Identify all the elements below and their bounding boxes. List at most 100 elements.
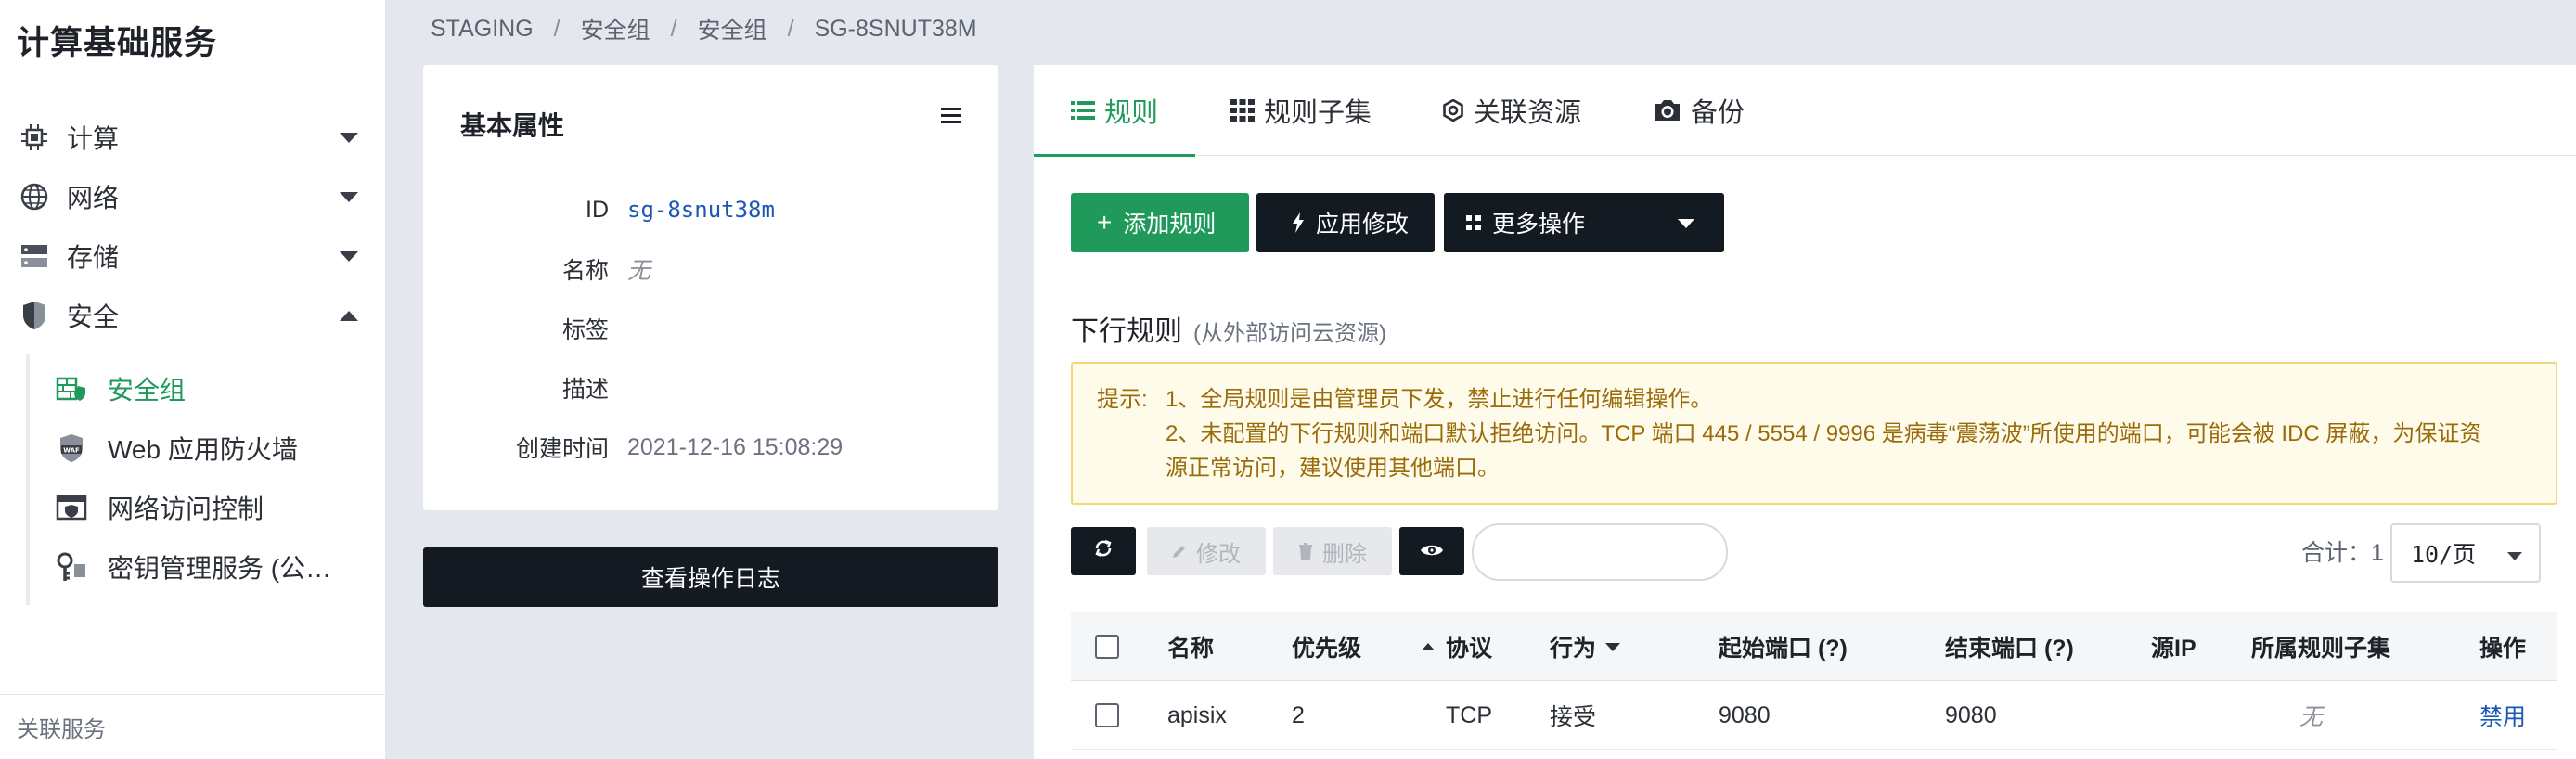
col-priority[interactable]: 优先级 — [1292, 612, 1361, 681]
globe-icon — [17, 179, 52, 214]
plus-icon: + — [1097, 208, 1113, 237]
button-label: 删除 — [1322, 541, 1367, 567]
submenu-label: 网络访问控制 — [108, 495, 264, 523]
submenu-label: 安全组 — [108, 376, 187, 405]
search-input[interactable] — [1472, 523, 1728, 581]
tab-bar: 规则 规则子集 关联资源 备份 — [1033, 65, 2576, 157]
sidebar-item-waf[interactable]: WAF Web 应用防火墙 — [30, 421, 386, 475]
button-label: 更多操作 — [1492, 212, 1586, 238]
section-title: 下行规则 (从外部访问云资源) — [1071, 308, 1386, 349]
select-all-checkbox[interactable] — [1095, 612, 1119, 681]
related-services[interactable]: 关联服务 — [0, 694, 386, 759]
view-operation-log-button[interactable]: 查看操作日志 — [423, 547, 998, 607]
tab-rules[interactable]: 规则 — [1033, 65, 1196, 157]
properties-card: 基本属性 ID sg-8snut38m 名称 无 标签 描述 创建时间 2021… — [423, 65, 998, 510]
col-start-port: 起始端口 (?) — [1719, 636, 1848, 662]
storage-icon — [17, 238, 52, 274]
col-name[interactable]: 名称 — [1167, 612, 1214, 681]
firewall-icon — [54, 371, 89, 406]
section-hint: (从外部访问云资源) — [1193, 321, 1386, 346]
gear-icon — [1442, 99, 1464, 122]
breadcrumb-separator: / — [787, 15, 794, 42]
breadcrumb-item[interactable]: 安全组 — [698, 12, 767, 45]
refresh-icon — [1093, 538, 1114, 565]
apply-changes-button[interactable]: 应用修改 — [1256, 193, 1435, 252]
col-operation: 操作 — [2479, 636, 2527, 662]
chevron-up-icon — [340, 311, 358, 321]
waf-shield-icon: WAF — [54, 431, 89, 466]
edit-button[interactable]: 修改 — [1147, 527, 1266, 575]
notice-box: 提示: 1、全局规则是由管理员下发，禁止进行任何编辑操作。 2、未配置的下行规则… — [1071, 362, 2557, 505]
sidebar-item-security-group[interactable]: 安全组 — [30, 362, 386, 416]
trash-icon — [1298, 543, 1313, 560]
pencil-icon — [1172, 544, 1187, 559]
toggle-visibility-button[interactable] — [1399, 527, 1464, 575]
breadcrumb-separator: / — [670, 15, 677, 42]
more-actions-dropdown[interactable]: 更多操作 — [1444, 193, 1724, 252]
svg-text:WAF: WAF — [63, 447, 80, 455]
submenu-label: Web 应用防火墙 — [108, 435, 298, 464]
sidebar-item-security[interactable]: 安全 — [17, 289, 369, 341]
notice-line: 2、未配置的下行规则和端口默认拒绝访问。TCP 端口 445 / 5554 / … — [1166, 421, 2482, 446]
properties-title: 基本属性 — [460, 111, 565, 140]
tab-label: 备份 — [1691, 98, 1745, 128]
add-rule-button[interactable]: + 添加规则 — [1071, 193, 1249, 252]
button-label: 添加规则 — [1123, 212, 1217, 238]
refresh-button[interactable] — [1071, 527, 1136, 575]
security-submenu: 安全组 WAF Web 应用防火墙 网络访问控制 密钥管理服务 (公… — [26, 354, 386, 605]
breadcrumb: STAGING / 安全组 / 安全组 / SG-8SNUT38M — [431, 13, 977, 45]
breadcrumb-separator: / — [553, 15, 560, 42]
sidebar-item-compute[interactable]: 计算 — [17, 111, 369, 163]
table-row: apisix 2 TCP 接受 9080 9080 无 禁用 — [1071, 681, 2557, 750]
cell-priority: 2 — [1292, 701, 1305, 728]
property-value: 无 — [627, 258, 651, 284]
property-key: 描述 — [561, 377, 609, 403]
section-title-text: 下行规则 — [1071, 316, 1182, 347]
sidebar-title: 计算基础服务 — [17, 25, 218, 61]
sidebar-item-kms[interactable]: 密钥管理服务 (公… — [30, 540, 386, 594]
list-icon — [1071, 100, 1095, 121]
filter-icon[interactable] — [1605, 642, 1621, 651]
breadcrumb-item[interactable]: STAGING — [431, 16, 534, 43]
notice-line: 1、全局规则是由管理员下发，禁止进行任何编辑操作。 — [1166, 387, 1713, 412]
property-key: ID — [586, 196, 609, 223]
sidebar-item-network-acl[interactable]: 网络访问控制 — [30, 481, 386, 534]
col-action[interactable]: 行为 — [1550, 612, 1621, 681]
notice-line: 源正常访问，建议使用其他端口。 — [1166, 456, 1500, 481]
total-count: 合计：1 — [2301, 540, 2384, 566]
sidebar: 计算基础服务 计算 网络 存储 安全 安全组 WAF Web 应用防火墙 网络访… — [0, 0, 386, 759]
property-created-at: 创建时间 2021-12-16 15:08:29 — [423, 429, 998, 466]
property-key: 标签 — [561, 317, 609, 343]
lightning-icon — [1292, 212, 1305, 233]
eye-icon — [1420, 538, 1444, 564]
chevron-down-icon — [340, 251, 358, 262]
page-size-select[interactable]: 10/页 — [2390, 523, 2541, 583]
tab-backup[interactable]: 备份 — [1654, 65, 1745, 156]
row-checkbox[interactable] — [1095, 681, 1119, 750]
camera-icon — [1654, 98, 1681, 122]
tab-related-resources[interactable]: 关联资源 — [1442, 65, 1581, 156]
menu-icon[interactable] — [941, 108, 961, 128]
col-source-ip: 源IP — [2151, 636, 2196, 662]
sidebar-item-storage[interactable]: 存储 — [17, 230, 369, 282]
cell-subset: 无 — [2299, 704, 2324, 730]
sidebar-item-network[interactable]: 网络 — [17, 171, 369, 223]
col-end-port: 结束端口 (?) — [1945, 636, 2074, 662]
breadcrumb-item[interactable]: 安全组 — [581, 12, 650, 45]
submenu-label: 密钥管理服务 (公… — [108, 554, 332, 583]
delete-button[interactable]: 删除 — [1273, 527, 1392, 575]
notice-label: 提示: — [1097, 387, 1148, 412]
property-key: 创建时间 — [515, 436, 609, 462]
property-key: 名称 — [561, 258, 609, 284]
table-header: 名称 优先级 协议 行为 起始端口 (?) 结束端口 (?) 源IP 所属规则子… — [1071, 612, 2557, 681]
rules-panel: 规则 规则子集 关联资源 备份 + 添加规则 应用修改 更多操作 下行规则 (从… — [1033, 65, 2576, 759]
sort-asc-icon[interactable] — [1422, 612, 1435, 681]
tab-rule-subsets[interactable]: 规则子集 — [1230, 65, 1372, 156]
page-size-value: 10/页 — [2411, 541, 2477, 568]
disable-link[interactable]: 禁用 — [2479, 681, 2526, 750]
cell-protocol: TCP — [1446, 701, 1492, 728]
chevron-down-icon — [340, 133, 358, 143]
col-action-label: 行为 — [1550, 636, 1597, 662]
button-label: 修改 — [1196, 541, 1241, 567]
button-label: 应用修改 — [1316, 212, 1410, 238]
